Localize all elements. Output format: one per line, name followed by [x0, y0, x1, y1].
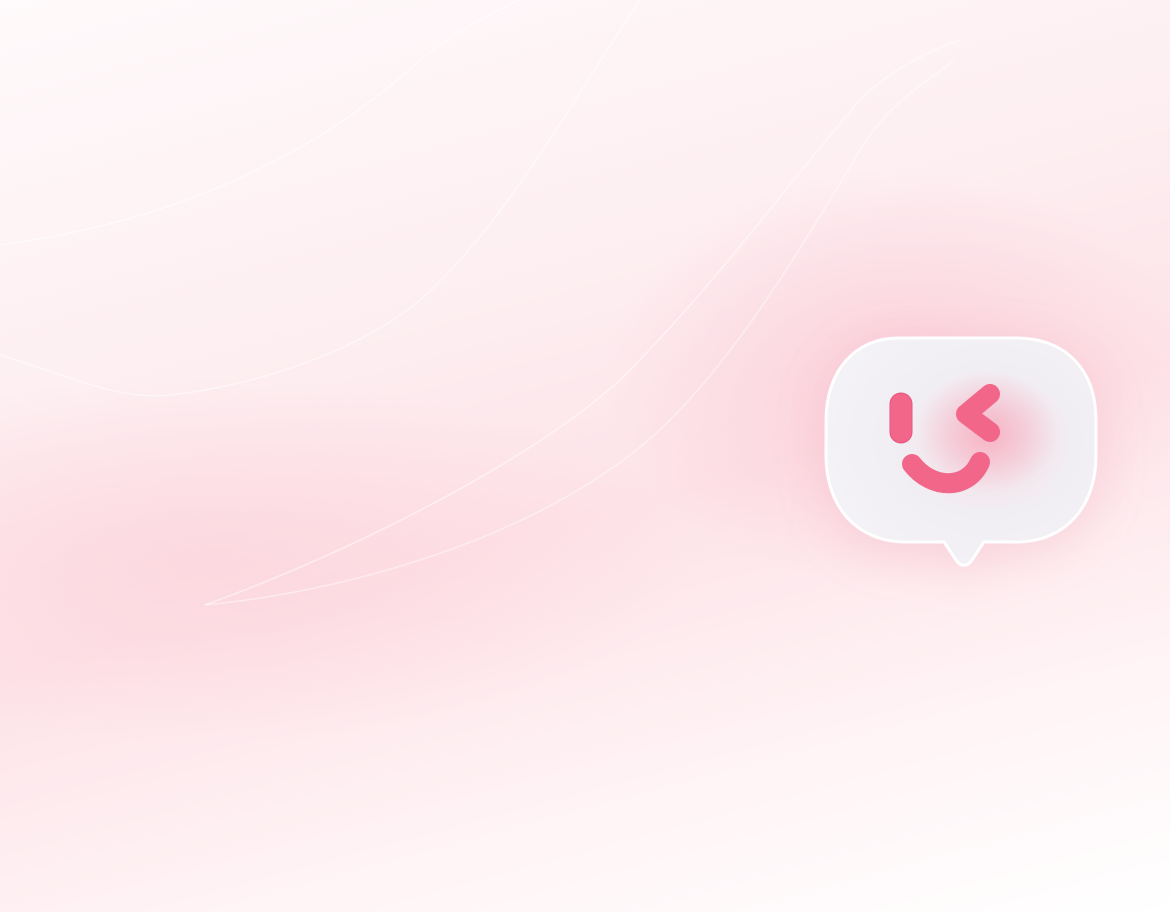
winking-chat-bubble-icon — [824, 336, 1098, 567]
background-canvas — [0, 0, 1170, 912]
